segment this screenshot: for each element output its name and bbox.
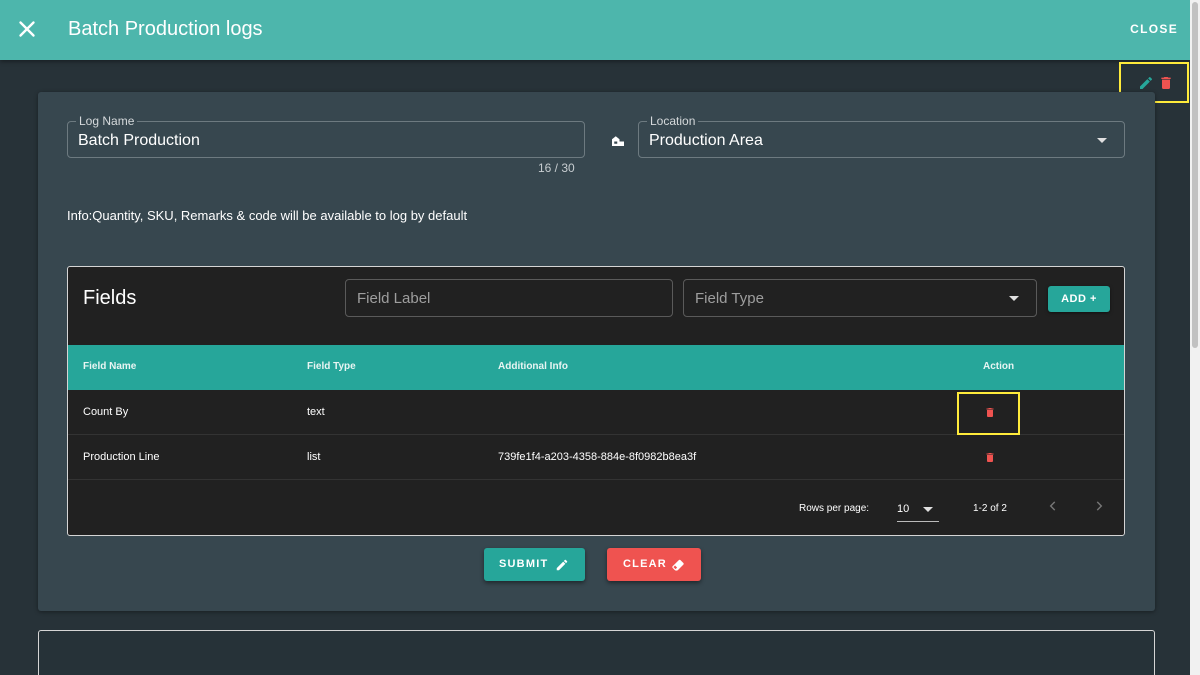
column-header-field-type[interactable]: Field Type	[307, 361, 356, 372]
pagination-range: 1-2 of 2	[973, 503, 1007, 514]
cell-field-type: text	[307, 406, 325, 418]
log-form-card: Log Name Batch Production 16 / 30 Locati…	[38, 92, 1155, 611]
cell-field-type: list	[307, 451, 321, 463]
close-button[interactable]: CLOSE	[1130, 22, 1178, 36]
field-label-input[interactable]: Field Label	[345, 279, 673, 317]
field-type-placeholder: Field Type	[695, 290, 764, 307]
chevron-down-icon[interactable]	[1009, 296, 1019, 301]
column-header-field-name[interactable]: Field Name	[83, 361, 136, 372]
log-name-value[interactable]: Batch Production	[78, 132, 200, 150]
trash-icon[interactable]	[1158, 75, 1174, 91]
rows-per-page-value: 10	[897, 503, 910, 515]
cell-field-name: Count By	[83, 406, 129, 418]
submit-button[interactable]: SUBMIT	[484, 548, 585, 581]
location-label: Location	[647, 114, 699, 128]
table-row[interactable]: Production Line list 739fe1f4-a203-4358-…	[68, 435, 1124, 480]
column-header-action: Action	[983, 361, 1015, 372]
rows-per-page-select[interactable]: 10	[897, 496, 939, 522]
close-icon[interactable]	[14, 16, 40, 42]
pencil-icon[interactable]	[1138, 75, 1154, 91]
chevron-down-icon[interactable]	[923, 507, 933, 512]
fields-title: Fields	[83, 287, 137, 309]
log-name-label: Log Name	[76, 114, 138, 128]
eraser-icon	[672, 559, 684, 571]
fields-panel: Fields Field Label Field Type ADD + Fiel…	[67, 266, 1125, 536]
table-pagination: Rows per page: 10 1-2 of 2	[68, 482, 1124, 535]
chevron-down-icon[interactable]	[1097, 138, 1107, 143]
log-name-counter: 16 / 30	[538, 161, 575, 175]
top-app-bar: Batch Production logs CLOSE	[0, 0, 1190, 60]
log-name-field[interactable]: Log Name Batch Production	[67, 114, 585, 158]
scrollbar-thumb[interactable]	[1192, 2, 1198, 348]
delete-action-highlight	[957, 392, 1020, 435]
cell-field-name: Production Line	[83, 451, 160, 463]
table-header: Field Name Field Type Additional Info Ac…	[68, 345, 1124, 390]
location-icon	[612, 136, 624, 146]
dialog-title: Batch Production logs	[68, 18, 263, 40]
cell-additional-info: 739fe1f4-a203-4358-884e-8f0982b8ea3f	[498, 451, 697, 463]
field-type-select[interactable]: Field Type	[683, 279, 1037, 317]
chevron-right-icon[interactable]	[1092, 499, 1106, 513]
location-value: Production Area	[649, 132, 763, 149]
field-label-placeholder: Field Label	[357, 290, 431, 307]
location-select[interactable]: Location Production Area	[638, 114, 1125, 158]
clear-label: CLEAR	[623, 558, 667, 570]
add-field-button[interactable]: ADD +	[1048, 286, 1110, 312]
column-header-additional-info[interactable]: Additional Info	[498, 361, 568, 372]
info-text: Info:Quantity, SKU, Remarks & code will …	[67, 208, 468, 223]
clear-button[interactable]: CLEAR	[607, 548, 701, 581]
secondary-card	[38, 630, 1155, 675]
page-scrollbar[interactable]	[1190, 0, 1200, 675]
chevron-left-icon[interactable]	[1046, 499, 1060, 513]
rows-per-page-label: Rows per page:	[799, 503, 870, 514]
submit-label: SUBMIT	[499, 558, 549, 570]
pencil-icon	[556, 559, 568, 571]
trash-icon[interactable]	[984, 451, 996, 464]
